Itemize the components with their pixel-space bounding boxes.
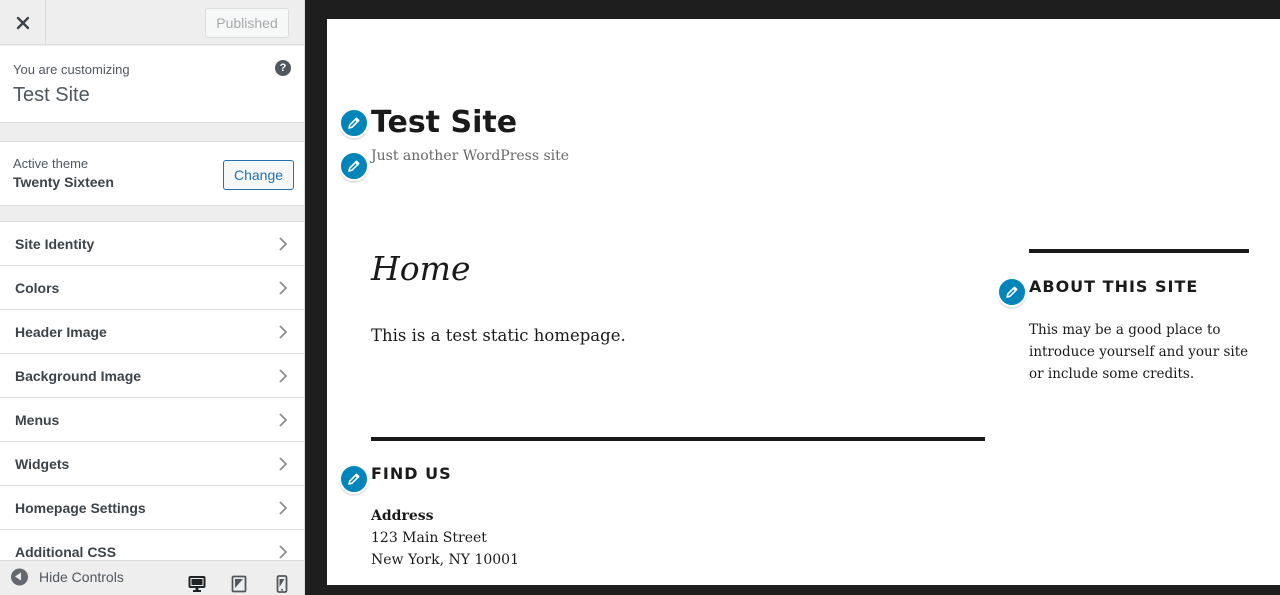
address-line-1: 123 Main Street [371, 530, 487, 546]
site-tagline: Just another WordPress site [371, 148, 570, 164]
chevron-right-icon [279, 545, 288, 559]
address-line-2: New York, NY 10001 [371, 552, 519, 568]
tablet-icon[interactable] [230, 575, 248, 593]
chevron-right-icon [279, 325, 288, 339]
section-label: Background Image [15, 368, 142, 384]
active-theme-label: Active theme [13, 156, 89, 171]
sidebar-header: Published [0, 0, 304, 45]
pencil-icon [348, 117, 360, 129]
about-widget-text: This may be a good place to introduce yo… [1029, 322, 1249, 382]
section-homepage-settings[interactable]: Homepage Settings [0, 485, 304, 529]
section-widgets[interactable]: Widgets [0, 441, 304, 485]
section-label: Header Image [15, 324, 107, 340]
active-theme-name: Twenty Sixteen [13, 174, 114, 190]
section-label: Menus [15, 412, 60, 428]
hide-controls-button[interactable]: Hide Controls [39, 569, 124, 585]
section-background-image[interactable]: Background Image [0, 353, 304, 397]
edit-tagline-shortcut[interactable] [339, 151, 369, 181]
site-title-link[interactable]: Test Site [371, 105, 517, 140]
section-label: Homepage Settings [15, 500, 146, 516]
section-site-identity[interactable]: Site Identity [0, 221, 304, 265]
customize-info: You are customizing Test Site ? [0, 46, 304, 123]
published-button[interactable]: Published [205, 8, 289, 38]
customizer-sidebar: Published You are customizing Test Site … [0, 0, 305, 595]
section-menus[interactable]: Menus [0, 397, 304, 441]
section-colors[interactable]: Colors [0, 265, 304, 309]
chevron-right-icon [279, 501, 288, 515]
about-widget-title: ABOUT THIS SITE [1029, 277, 1199, 296]
sidebar-footer: Hide Controls [0, 560, 304, 595]
chevron-right-icon [279, 237, 288, 251]
edit-site-title-shortcut[interactable] [339, 108, 369, 138]
mobile-icon[interactable] [273, 575, 291, 593]
edit-findus-widget-shortcut[interactable] [339, 464, 369, 494]
chevron-right-icon [279, 369, 288, 383]
address-label: Address [371, 508, 434, 524]
active-theme-panel: Active theme Twenty Sixteen Change [0, 141, 304, 206]
pencil-icon [348, 473, 360, 485]
section-label: Widgets [15, 456, 70, 472]
chevron-right-icon [279, 457, 288, 471]
findus-widget-title: FIND US [371, 464, 452, 483]
section-header-image[interactable]: Header Image [0, 309, 304, 353]
section-label: Site Identity [15, 236, 95, 252]
question-icon[interactable]: ? [275, 60, 291, 76]
widget-divider [1029, 249, 1249, 253]
customizing-label: You are customizing [13, 62, 130, 77]
site-preview: Test Site Just another WordPress site Ho… [327, 19, 1280, 585]
customizing-site-name: Test Site [13, 84, 90, 106]
section-label: Additional CSS [15, 544, 117, 560]
close-button[interactable] [0, 0, 46, 45]
edit-about-widget-shortcut[interactable] [997, 277, 1027, 307]
chevron-right-icon [279, 281, 288, 295]
customizer-sections: Site Identity Colors Header Image Backgr… [0, 221, 304, 573]
change-theme-button[interactable]: Change [223, 160, 294, 190]
desktop-icon[interactable] [188, 575, 206, 593]
pencil-icon [348, 160, 360, 172]
chevron-right-icon [279, 413, 288, 427]
pencil-icon [1006, 286, 1018, 298]
page-content: This is a test static homepage. [371, 326, 626, 345]
page-title: Home [371, 249, 471, 288]
close-icon [16, 16, 29, 29]
footer-divider [371, 437, 985, 441]
section-label: Colors [15, 280, 60, 296]
collapse-arrow-icon[interactable] [11, 568, 28, 586]
